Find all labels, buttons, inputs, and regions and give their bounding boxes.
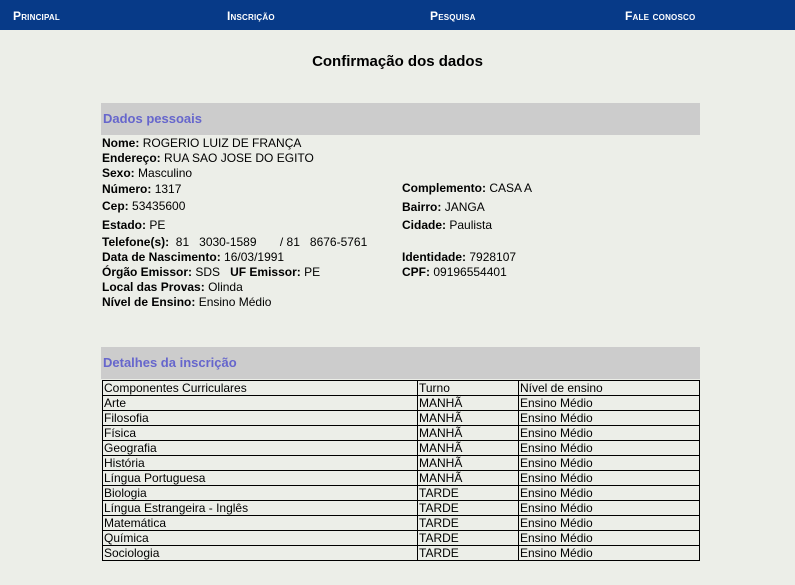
- table-cell: MANHÃ: [417, 440, 519, 456]
- table-cell: MANHÃ: [417, 425, 519, 441]
- table-row: Arte MANHÃ Ensino Médio: [102, 395, 700, 411]
- table-row: Língua Portuguesa MANHÃ Ensino Médio: [102, 470, 700, 486]
- field-nome: Nome: ROGERIO LUIZ DE FRANÇA: [102, 136, 302, 150]
- table-cell: Ensino Médio: [518, 440, 700, 456]
- table-cell: Matemática: [102, 515, 418, 531]
- table-cell: Turno: [417, 380, 519, 396]
- table-row: Sociologia TARDE Ensino Médio: [102, 545, 700, 561]
- table-cell: Biologia: [102, 485, 418, 501]
- table-cell: Ensino Médio: [518, 530, 700, 546]
- table-cell: Nível de ensino: [518, 380, 700, 396]
- nav-principal[interactable]: Principal: [13, 9, 60, 23]
- table-cell: Química: [102, 530, 418, 546]
- table-row: Biologia TARDE Ensino Médio: [102, 485, 700, 501]
- table-cell: História: [102, 455, 418, 471]
- table-cell: Componentes Curriculares: [102, 380, 418, 396]
- field-endereco: Endereço: RUA SAO JOSE DO EGITO: [102, 151, 314, 165]
- table-cell: Língua Portuguesa: [102, 470, 418, 486]
- section-header-personal: Dados pessoais: [101, 103, 700, 135]
- table-header-row: Componentes Curriculares Turno Nível de en…: [102, 380, 700, 396]
- field-cep: Cep: 53435600: [102, 199, 186, 213]
- field-nivel-ensino: Nível de Ensino: Ensino Médio: [102, 295, 272, 309]
- field-sexo: Sexo: Masculino: [102, 166, 193, 180]
- field-identidade: Identidade: 7928107: [402, 250, 517, 264]
- table-cell: Arte: [102, 395, 418, 411]
- field-complemento: Complemento: CASA A: [402, 181, 533, 195]
- field-orgao-emissor: Órgão Emissor: SDS UF Emissor: PE: [102, 265, 321, 279]
- field-telefone: Telefone(s): 81 3030-1589 / 81 8676-5761: [102, 235, 368, 249]
- field-local-provas: Local das Provas: Olinda: [102, 280, 243, 294]
- table-row: Geografia MANHÃ Ensino Médio: [102, 440, 700, 456]
- table-row: Língua Estrangeira - Inglês TARDE Ensino M…: [102, 500, 700, 516]
- table-row: História MANHÃ Ensino Médio: [102, 455, 700, 471]
- table-cell: Ensino Médio: [518, 500, 700, 516]
- section-title-details: Detalhes da inscrição: [103, 355, 237, 370]
- table-cell: Ensino Médio: [518, 485, 700, 501]
- table-cell: TARDE: [417, 515, 519, 531]
- table-cell: Filosofia: [102, 410, 418, 426]
- nav-pesquisa[interactable]: Pesquisa: [430, 9, 476, 23]
- nav-inscricao[interactable]: Inscrição: [227, 9, 275, 23]
- table-cell: Ensino Médio: [518, 410, 700, 426]
- field-cidade: Cidade: Paulista: [402, 218, 493, 232]
- table-row: Física MANHÃ Ensino Médio: [102, 425, 700, 441]
- table-cell: MANHÃ: [417, 470, 519, 486]
- details-table: Componentes Curriculares Turno Nível de en…: [102, 380, 700, 561]
- table-cell: Ensino Médio: [518, 455, 700, 471]
- field-estado: Estado: PE: [102, 218, 166, 232]
- field-nascimento: Data de Nascimento: 16/03/1991: [102, 250, 285, 264]
- table-cell: Ensino Médio: [518, 470, 700, 486]
- table-cell: Língua Estrangeira - Inglês: [102, 500, 418, 516]
- table-row: Matemática TARDE Ensino Médio: [102, 515, 700, 531]
- field-cpf: CPF: 09196554401: [402, 265, 507, 279]
- section-header-details: Detalhes da inscrição: [101, 347, 700, 379]
- table-cell: Ensino Médio: [518, 395, 700, 411]
- table-cell: Sociologia: [102, 545, 418, 561]
- nav-fale-conosco[interactable]: Fale conosco: [625, 9, 695, 23]
- table-cell: MANHÃ: [417, 410, 519, 426]
- page-title: Confirmação dos dados: [312, 53, 483, 70]
- table-cell: Ensino Médio: [518, 515, 700, 531]
- table-cell: MANHÃ: [417, 395, 519, 411]
- table-row: Filosofia MANHÃ Ensino Médio: [102, 410, 700, 426]
- table-cell: TARDE: [417, 485, 519, 501]
- table-cell: Física: [102, 425, 418, 441]
- section-title-personal: Dados pessoais: [103, 111, 202, 126]
- table-cell: Geografia: [102, 440, 418, 456]
- field-bairro: Bairro: JANGA: [402, 200, 485, 214]
- top-navigation: Principal Inscrição Pesquisa Fale conosc…: [0, 0, 795, 30]
- table-cell: Ensino Médio: [518, 425, 700, 441]
- field-numero: Número: 1317: [102, 182, 182, 196]
- table-cell: MANHÃ: [417, 455, 519, 471]
- table-cell: Ensino Médio: [518, 545, 700, 561]
- table-row: Química TARDE Ensino Médio: [102, 530, 700, 546]
- table-cell: TARDE: [417, 500, 519, 516]
- table-cell: TARDE: [417, 530, 519, 546]
- table-cell: TARDE: [417, 545, 519, 561]
